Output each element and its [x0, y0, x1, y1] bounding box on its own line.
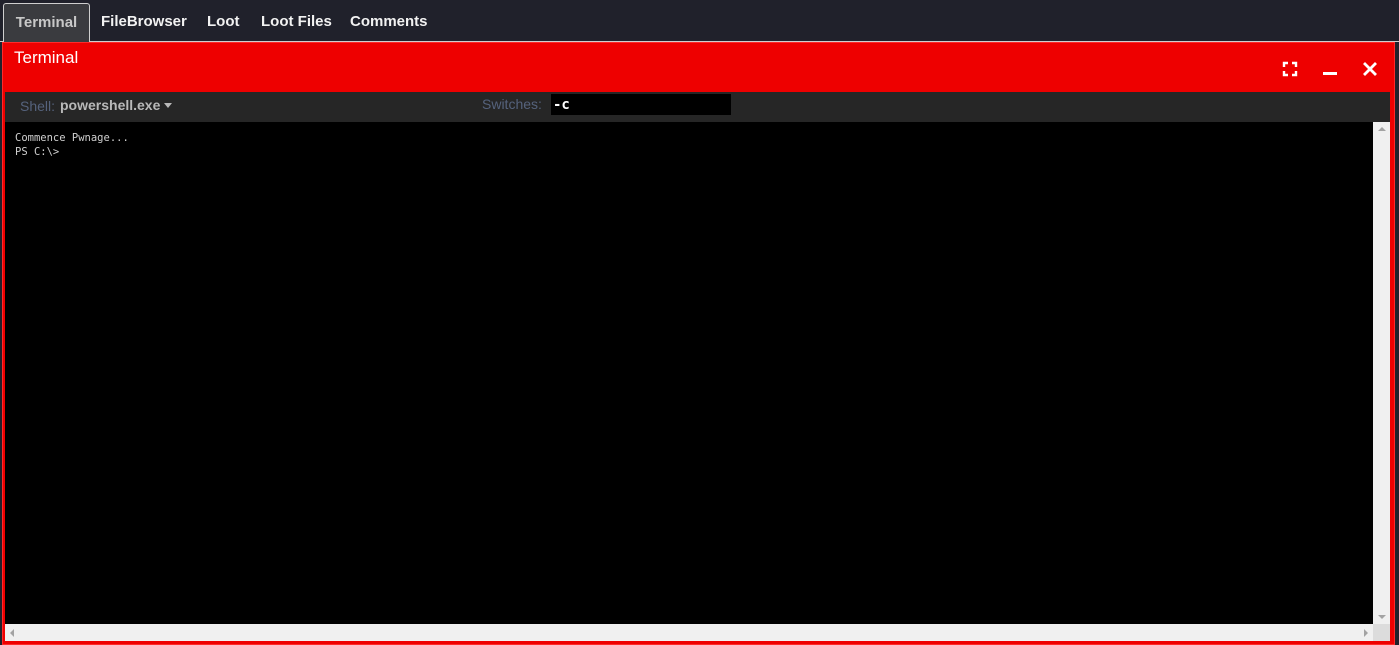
scroll-down-icon[interactable] [1378, 615, 1386, 619]
scroll-left-icon[interactable] [10, 629, 14, 637]
tab-bar: Terminal FileBrowser Loot Loot Files Com… [0, 0, 1399, 42]
minimize-button[interactable] [1321, 60, 1339, 78]
close-button[interactable] [1361, 60, 1379, 78]
tab-filebrowser[interactable]: FileBrowser [101, 3, 187, 42]
terminal-toolbar: Shell: powershell.exe Switches: [5, 92, 1390, 122]
tab-loot[interactable]: Loot [207, 3, 239, 42]
tab-terminal[interactable]: Terminal [3, 3, 90, 42]
window-title: Terminal [14, 48, 79, 67]
close-icon [1363, 62, 1377, 76]
shell-dropdown[interactable]: powershell.exe [60, 97, 173, 113]
maximize-icon [1282, 61, 1298, 77]
shell-value: powershell.exe [60, 97, 161, 113]
switches-label: Switches: [482, 96, 542, 112]
tab-comments[interactable]: Comments [350, 3, 428, 42]
terminal-output[interactable]: Commence Pwnage... PS C:\> [5, 122, 1373, 624]
tab-loot-files[interactable]: Loot Files [261, 3, 332, 42]
maximize-button[interactable] [1281, 60, 1299, 78]
terminal-prompt: PS C:\> [15, 146, 60, 158]
scroll-up-icon[interactable] [1378, 127, 1386, 131]
scroll-corner [1373, 624, 1390, 641]
caret-down-icon [164, 102, 173, 108]
vertical-scrollbar[interactable] [1373, 122, 1390, 624]
shell-label: Shell: [20, 98, 56, 114]
terminal-line: Commence Pwnage... [15, 132, 129, 144]
scroll-right-icon[interactable] [1364, 629, 1368, 637]
terminal-window: Terminal Shell: powershell.exe Switches:… [2, 42, 1395, 645]
horizontal-scrollbar[interactable] [5, 624, 1373, 641]
switches-input[interactable] [551, 94, 731, 115]
minimize-icon [1323, 72, 1337, 75]
